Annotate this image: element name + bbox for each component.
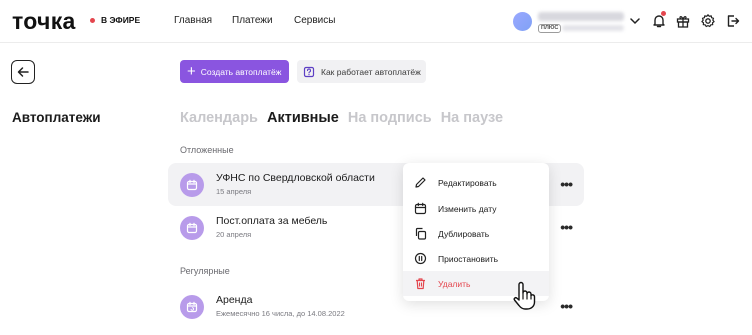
how-it-works-button[interactable]: Как работает автоплатёж: [297, 60, 426, 83]
tab-active[interactable]: Активные: [267, 110, 339, 126]
copy-icon: [415, 227, 427, 240]
payment-date: 15 апреля: [216, 187, 252, 196]
section-regular-label: Регулярные: [180, 266, 230, 276]
payment-title: Пост.оплата за мебель: [216, 215, 328, 227]
calendar-icon: [180, 216, 204, 240]
user-name-blurred[interactable]: [538, 12, 624, 21]
menu-item-change-date[interactable]: Изменить дату: [403, 196, 549, 221]
notification-dot-icon: [661, 11, 666, 16]
menu-item-label: Изменить дату: [438, 203, 497, 214]
user-company-blurred: [562, 25, 624, 31]
live-label: В ЭФИРЕ: [101, 15, 141, 25]
tab-to-sign[interactable]: На подпись: [348, 110, 432, 126]
arrow-left-icon: [17, 67, 29, 77]
tab-calendar[interactable]: Календарь: [180, 110, 258, 126]
menu-item-label: Редактировать: [438, 177, 497, 188]
how-it-works-label: Как работает автоплатёж: [321, 66, 421, 77]
nav-services[interactable]: Сервисы: [294, 15, 335, 26]
menu-item-label: Дублировать: [438, 228, 490, 239]
logo[interactable]: точка: [12, 8, 76, 34]
plan-badge: ПЛЮС: [538, 24, 562, 33]
payment-title: УФНС по Свердловской области: [216, 172, 375, 184]
calendar-icon: [180, 173, 204, 197]
live-indicator[interactable]: В ЭФИРЕ: [90, 15, 140, 25]
create-autopayment-button[interactable]: + Создать автоплатёж: [180, 60, 289, 83]
tabs: Календарь Активные На подпись На паузе: [180, 110, 503, 126]
menu-item-duplicate[interactable]: Дублировать: [403, 221, 549, 246]
top-header: точка В ЭФИРЕ Главная Платежи Сервисы ПЛ…: [0, 0, 752, 43]
menu-item-label: Приостановить: [438, 253, 499, 264]
gift-icon[interactable]: [675, 13, 691, 29]
help-book-icon: [303, 66, 315, 77]
section-deferred-label: Отложенные: [180, 145, 234, 155]
plus-icon: +: [187, 62, 196, 80]
menu-item-pause[interactable]: Приостановить: [403, 246, 549, 271]
tab-paused[interactable]: На паузе: [441, 110, 503, 126]
calendar-icon: [414, 202, 427, 215]
payment-title: Аренда: [216, 294, 253, 306]
calendar-repeat-icon: [180, 295, 204, 319]
more-icon[interactable]: •••: [560, 219, 573, 235]
nav-payments[interactable]: Платежи: [232, 15, 273, 26]
avatar[interactable]: [513, 12, 532, 31]
app-root: точка В ЭФИРЕ Главная Платежи Сервисы ПЛ…: [0, 0, 752, 335]
menu-item-edit[interactable]: Редактировать: [403, 170, 549, 195]
payment-date: 20 апреля: [216, 230, 252, 239]
chevron-down-icon[interactable]: [627, 13, 643, 29]
logout-icon[interactable]: [725, 13, 741, 29]
payment-schedule: Ежемесячно 16 числа, до 14.08.2022: [216, 309, 345, 318]
trash-icon: [416, 278, 425, 290]
pause-icon: [414, 252, 427, 265]
create-autopayment-label: Создать автоплатёж: [200, 66, 282, 77]
gear-icon[interactable]: [700, 13, 716, 29]
nav-home[interactable]: Главная: [174, 15, 212, 26]
more-icon[interactable]: •••: [560, 176, 573, 192]
hand-pointer-cursor-icon: [512, 281, 536, 316]
page-title: Автоплатежи: [12, 110, 101, 125]
pencil-icon: [415, 177, 426, 188]
live-dot-icon: [90, 17, 95, 23]
menu-item-label: Удалить: [438, 278, 471, 289]
more-icon[interactable]: •••: [560, 298, 573, 314]
back-button[interactable]: [11, 60, 35, 84]
